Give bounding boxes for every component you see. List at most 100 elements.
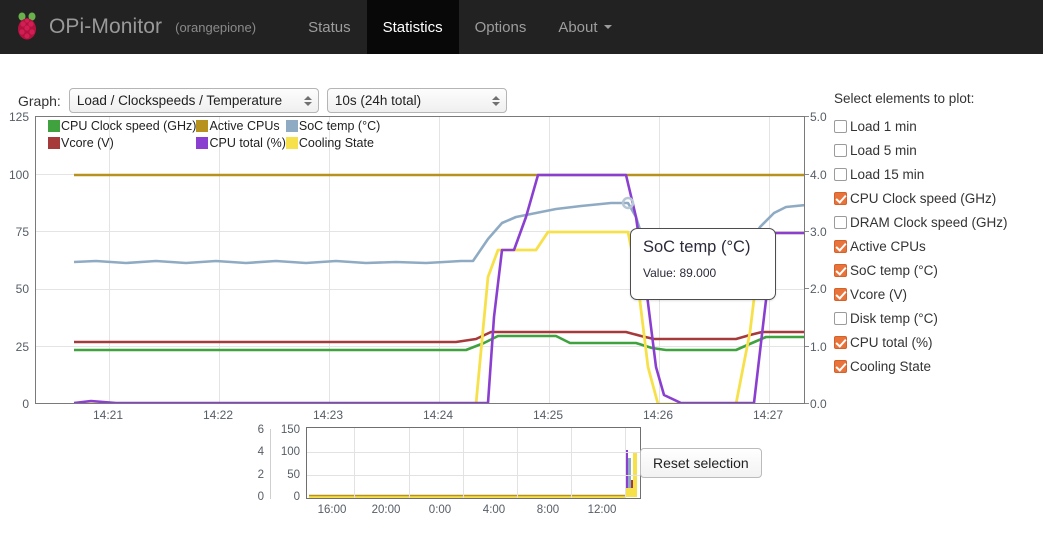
tooltip-title: SoC temp (°C) xyxy=(643,238,751,256)
overview-x-tick: 20:00 xyxy=(371,504,401,516)
brand-subtitle: (orangepione) xyxy=(175,19,257,35)
legend-item-cpu-clock: CPU Clock speed (GHz) xyxy=(48,118,196,135)
y-left-tick: 75 xyxy=(15,225,29,239)
tooltip-value: Value: 89.000 xyxy=(643,266,717,280)
nav-label-options: Options xyxy=(474,18,527,36)
legend-label-soc-temp: SoC temp (°C) xyxy=(298,119,381,133)
checkbox-label-cpu-clock-speed: CPU Clock speed (GHz) xyxy=(850,190,997,206)
nav-item-statistics[interactable]: Statistics xyxy=(366,0,459,54)
reset-selection-button[interactable]: Reset selection xyxy=(640,448,762,478)
checkbox-row-vcore[interactable]: Vcore (V) xyxy=(834,282,1040,306)
y-right-tick: 0.0 xyxy=(810,397,827,411)
checkbox-cpu-total[interactable] xyxy=(834,335,847,349)
checkbox-row-soc-temp[interactable]: SoC temp (°C) xyxy=(834,258,1040,282)
checkbox-label-soc-temp: SoC temp (°C) xyxy=(850,262,938,278)
x-tick: 14:26 xyxy=(642,408,674,422)
checkbox-row-cpu-total[interactable]: CPU total (%) xyxy=(834,330,1040,354)
legend-swatch-cpu-clock xyxy=(48,120,60,132)
chevron-down-icon xyxy=(603,25,612,29)
checkbox-row-load-15-min[interactable]: Load 15 min xyxy=(834,162,1040,186)
element-selector-title: Select elements to plot: xyxy=(834,91,975,106)
checkbox-disk-temp[interactable] xyxy=(834,311,847,325)
nav-item-options[interactable]: Options xyxy=(459,0,543,54)
legend-swatch-cpu-total xyxy=(196,137,209,149)
legend-label-cpu-total: CPU total (%) xyxy=(209,136,286,150)
checkbox-row-active-cpus[interactable]: Active CPUs xyxy=(834,234,1040,258)
overview-plot-canvas[interactable] xyxy=(306,427,641,499)
series-vcore xyxy=(74,330,804,344)
nav-label-statistics: Statistics xyxy=(382,18,443,36)
x-tick: 14:25 xyxy=(532,408,564,422)
x-tick: 14:23 xyxy=(312,408,344,422)
legend-swatch-soc-temp xyxy=(285,120,298,132)
brand-title: OPi-Monitor xyxy=(49,15,163,38)
legend-label-active-cpus: Active CPUs xyxy=(209,119,280,133)
y-left-tick: 0 xyxy=(22,397,29,411)
nav-items: Status Statistics Options About xyxy=(292,0,627,54)
legend-label-cooling-state: Cooling State xyxy=(298,136,374,150)
legend-item-vcore: Vcore (V) xyxy=(48,135,196,152)
checkbox-active-cpus[interactable] xyxy=(834,239,847,253)
overview-x-tick: 16:00 xyxy=(317,504,347,516)
nav-label-status: Status xyxy=(308,18,351,36)
checkbox-row-load-5-min[interactable]: Load 5 min xyxy=(834,138,1040,162)
checkbox-row-dram-clock-speed[interactable]: DRAM Clock speed (GHz) xyxy=(834,210,1040,234)
checkbox-load-5-min[interactable] xyxy=(834,143,847,157)
legend-swatch-cooling-state xyxy=(285,137,298,149)
overview-x-tick: 12:00 xyxy=(587,504,617,516)
checkbox-label-dram-clock-speed: DRAM Clock speed (GHz) xyxy=(850,214,1008,230)
spinner-arrows-icon xyxy=(491,95,500,106)
chart-legend: CPU Clock speed (GHz) Active CPUs SoC te… xyxy=(48,118,380,152)
overview-x-tick: 8:00 xyxy=(536,504,560,516)
overview-outer-tick: 2 xyxy=(257,469,264,481)
checkbox-label-vcore: Vcore (V) xyxy=(850,286,908,302)
checkbox-label-disk-temp: Disk temp (°C) xyxy=(850,310,938,326)
legend-swatch-active-cpus xyxy=(196,120,209,132)
overview-outer-tick: 6 xyxy=(257,424,264,436)
overview-inner-tick: 150 xyxy=(280,424,300,436)
checkbox-row-disk-temp[interactable]: Disk temp (°C) xyxy=(834,306,1040,330)
x-tick: 14:27 xyxy=(752,408,784,422)
legend-label-cpu-clock: CPU Clock speed (GHz) xyxy=(61,119,197,133)
graph-label: Graph: xyxy=(18,92,61,109)
legend-item-cooling-state: Cooling State xyxy=(285,135,380,152)
checkbox-label-load-1-min: Load 1 min xyxy=(850,118,917,134)
checkbox-label-load-5-min: Load 5 min xyxy=(850,142,917,158)
checkbox-cpu-clock-speed[interactable] xyxy=(834,191,847,205)
y-left-tick: 50 xyxy=(15,282,29,296)
checkbox-row-load-1-min[interactable]: Load 1 min xyxy=(834,114,1040,138)
legend-swatch-vcore xyxy=(48,137,60,149)
chart-tooltip: SoC temp (°C) Value: 89.000 xyxy=(630,228,776,300)
spinner-arrows-icon xyxy=(303,95,312,106)
checkbox-vcore[interactable] xyxy=(834,287,847,301)
checkbox-row-cpu-clock-speed[interactable]: CPU Clock speed (GHz) xyxy=(834,186,1040,210)
overview-outer-tick: 0 xyxy=(257,491,264,503)
y-left-tick: 100 xyxy=(8,168,29,182)
interval-value: 10s (24h total) xyxy=(334,93,422,108)
legend-label-vcore: Vcore (V) xyxy=(61,136,114,150)
legend-item-cpu-total: CPU total (%) xyxy=(196,135,286,152)
checkbox-label-active-cpus: Active CPUs xyxy=(850,238,926,254)
checkbox-cooling-state[interactable] xyxy=(834,359,847,373)
navbar: OPi-Monitor (orangepione) Status Statist… xyxy=(0,0,1043,54)
nav-item-status[interactable]: Status xyxy=(292,0,367,54)
element-selector-panel: Select elements to plot: Load 1 min Load… xyxy=(834,91,1040,378)
overview-chart[interactable]: 6 4 2 0 150 100 50 0 16:00 20:00 0:00 4:… xyxy=(252,424,772,536)
checkbox-load-15-min[interactable] xyxy=(834,167,847,181)
checkbox-label-cpu-total: CPU total (%) xyxy=(850,334,933,350)
checkbox-load-1-min[interactable] xyxy=(834,119,847,133)
checkbox-label-cooling-state: Cooling State xyxy=(850,358,932,374)
brand-link[interactable]: OPi-Monitor (orangepione) xyxy=(0,0,270,54)
checkbox-soc-temp[interactable] xyxy=(834,263,847,277)
checkbox-dram-clock-speed[interactable] xyxy=(834,215,847,229)
overview-inner-tick: 100 xyxy=(280,446,300,458)
checkbox-row-cooling-state[interactable]: Cooling State xyxy=(834,354,1040,378)
overview-inner-tick: 50 xyxy=(287,469,300,481)
nav-item-about[interactable]: About xyxy=(542,0,627,54)
x-tick: 14:21 xyxy=(92,408,124,422)
overview-outer-tick: 4 xyxy=(257,446,264,458)
overview-inner-tick: 0 xyxy=(293,491,300,503)
graph-type-value: Load / Clockspeeds / Temperature xyxy=(76,93,283,108)
legend-item-soc-temp: SoC temp (°C) xyxy=(285,118,381,135)
legend-item-active-cpus: Active CPUs xyxy=(196,118,285,135)
